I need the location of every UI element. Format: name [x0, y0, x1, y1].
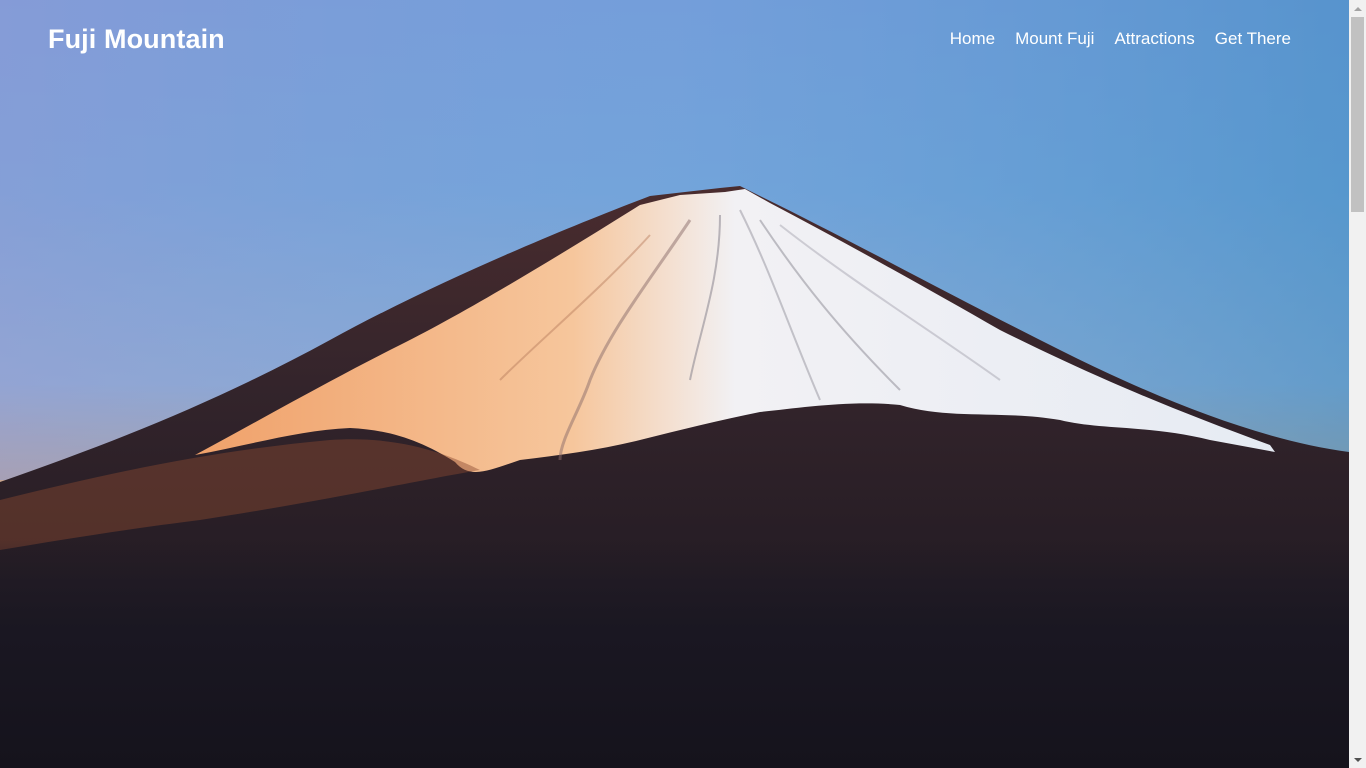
- hero-mount-fuji-image: [0, 0, 1349, 768]
- nav-attractions[interactable]: Attractions: [1114, 29, 1194, 49]
- nav-mount-fuji[interactable]: Mount Fuji: [1015, 29, 1094, 49]
- vertical-scrollbar[interactable]: [1349, 0, 1366, 768]
- nav-home[interactable]: Home: [950, 29, 995, 49]
- site-header: Fuji Mountain Home Mount Fuji Attraction…: [0, 0, 1349, 80]
- site-logo[interactable]: Fuji Mountain: [48, 22, 225, 56]
- scrollbar-thumb[interactable]: [1351, 17, 1364, 212]
- arrow-up-icon: [1353, 6, 1362, 11]
- nav-get-there[interactable]: Get There: [1215, 29, 1291, 49]
- arrow-down-icon: [1353, 757, 1362, 762]
- scroll-down-button[interactable]: [1349, 751, 1366, 768]
- main-nav: Home Mount Fuji Attractions Get There: [950, 29, 1291, 49]
- page-viewport: Fuji Mountain Home Mount Fuji Attraction…: [0, 0, 1349, 768]
- scroll-up-button[interactable]: [1349, 0, 1366, 17]
